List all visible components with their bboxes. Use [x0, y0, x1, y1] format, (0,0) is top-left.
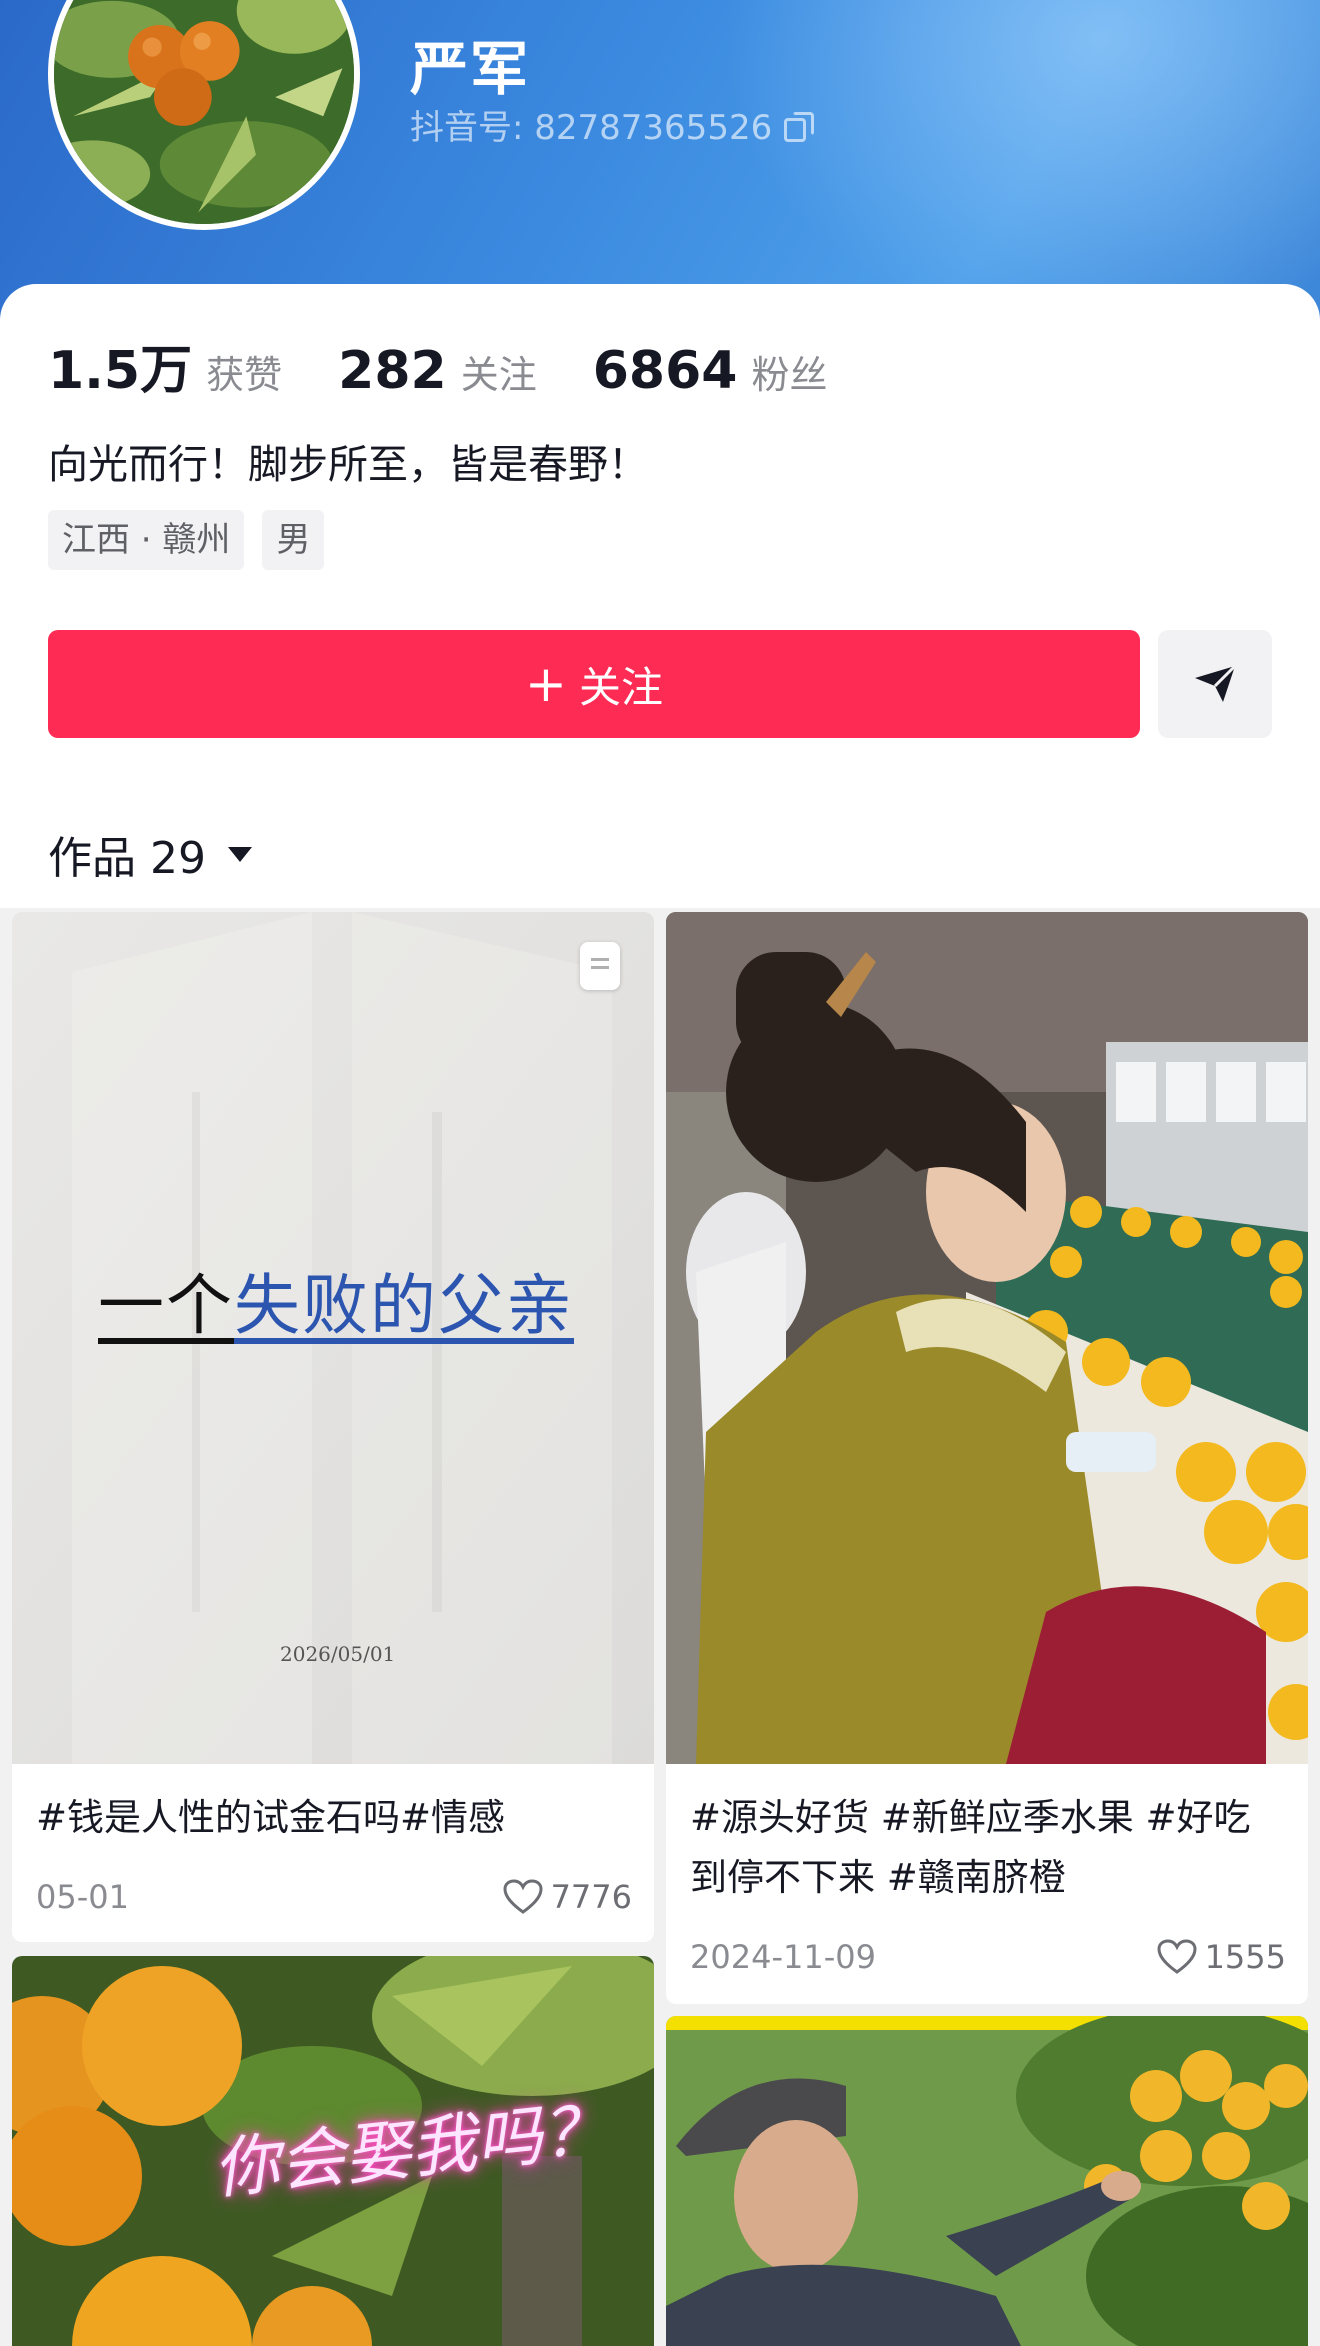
stat-followers[interactable]: 6864 粉丝 — [593, 341, 828, 401]
video-caption-2: #源头好货 #新鲜应季水果 #好吃到停不下来 #赣南脐橙 — [690, 1796, 1251, 1899]
caret-down-icon — [227, 846, 252, 862]
video-likes-count-1: 7776 — [550, 1878, 632, 1916]
farmer-picking-oranges-image — [666, 2016, 1308, 2346]
video-meta-1: 05-01 7776 — [36, 1878, 632, 1916]
header-glow — [720, 0, 1320, 320]
video-card-2[interactable]: #源头好货 #新鲜应季水果 #好吃到停不下来 #赣南脐橙 2024-11-09 … — [666, 912, 1308, 2004]
stat-likes: 1.5万 获赞 — [48, 328, 282, 403]
video-card-4[interactable] — [666, 2016, 1308, 2346]
bio-signature: 向光而行！脚步所至，皆是春野！ — [48, 442, 648, 488]
video-caption-1: #钱是人性的试金石吗#情感 — [36, 1796, 506, 1839]
video-likes-count-2: 1555 — [1204, 1938, 1286, 1976]
tab-works[interactable]: 作品 29 — [48, 822, 252, 886]
stat-following-label: 关注 — [460, 353, 537, 397]
profile-card: 1.5万 获赞 282 关注 6864 粉丝 向光而行！脚步所至，皆是春野！ 江… — [0, 284, 1320, 908]
tag-gender: 男 — [262, 510, 325, 570]
stat-following-value: 282 — [338, 341, 447, 401]
video-thumbnail-4 — [666, 2016, 1308, 2346]
video-card-1[interactable]: 一个失败的父亲 2026/05/01 #钱是人性的试金石吗#情感 05-01 7… — [12, 912, 654, 1942]
heart-icon — [503, 1879, 543, 1915]
copy-icon[interactable] — [784, 111, 815, 142]
stat-followers-value: 6864 — [592, 341, 738, 401]
plus-icon: + — [525, 655, 567, 713]
video-date-2: 2024-11-09 — [690, 1938, 876, 1976]
follow-button[interactable]: + 关注 — [48, 630, 1140, 738]
video-card-3[interactable]: 你会娶我吗？ — [12, 1956, 654, 2346]
video-date-1: 05-01 — [36, 1878, 129, 1916]
tab-works-label: 作品 29 — [48, 833, 206, 884]
douyin-id[interactable]: 抖音号: 82787365526 — [410, 100, 815, 149]
follow-button-label: 关注 — [578, 662, 663, 712]
share-button[interactable] — [1158, 630, 1272, 738]
nickname: 严军 — [410, 35, 531, 103]
profile-tags: 江西 · 赣州 男 — [48, 510, 325, 570]
stat-likes-value: 1.5万 — [48, 341, 193, 401]
video-thumbnail-1: 一个失败的父亲 2026/05/01 — [12, 912, 654, 1764]
video-thumbnail-3: 你会娶我吗？ — [12, 1956, 654, 2346]
douyin-id-text: 抖音号: 82787365526 — [410, 108, 773, 148]
cover-title-part-2: 失败的父亲 — [234, 1267, 574, 1344]
cover-date: 2026/05/01 — [280, 1642, 396, 1666]
tag-location: 江西 · 赣州 — [48, 510, 245, 570]
stats-row: 1.5万 获赞 282 关注 6864 粉丝 — [48, 328, 883, 403]
profile-header: 严军 抖音号: 82787365526 — [0, 0, 1320, 320]
video-likes-2: 1555 — [1157, 1938, 1286, 1976]
video-thumbnail-2 — [666, 912, 1308, 1764]
video-meta-2: 2024-11-09 1555 — [690, 1938, 1286, 1976]
video-likes-1: 7776 — [503, 1878, 632, 1916]
stat-following[interactable]: 282 关注 — [338, 341, 537, 401]
cover-title-part-1: 一个 — [98, 1267, 234, 1344]
heart-icon — [1157, 1939, 1197, 1975]
orange-sorting-scene-image — [666, 912, 1308, 1764]
avatar-orange-tree-image — [54, 0, 354, 224]
send-icon — [1195, 664, 1237, 702]
cover-title: 一个失败的父亲 — [98, 1252, 574, 1348]
note-icon — [580, 942, 620, 990]
stat-followers-label: 粉丝 — [751, 353, 828, 397]
avatar[interactable] — [48, 0, 360, 230]
stat-likes-label: 获赞 — [206, 353, 283, 397]
